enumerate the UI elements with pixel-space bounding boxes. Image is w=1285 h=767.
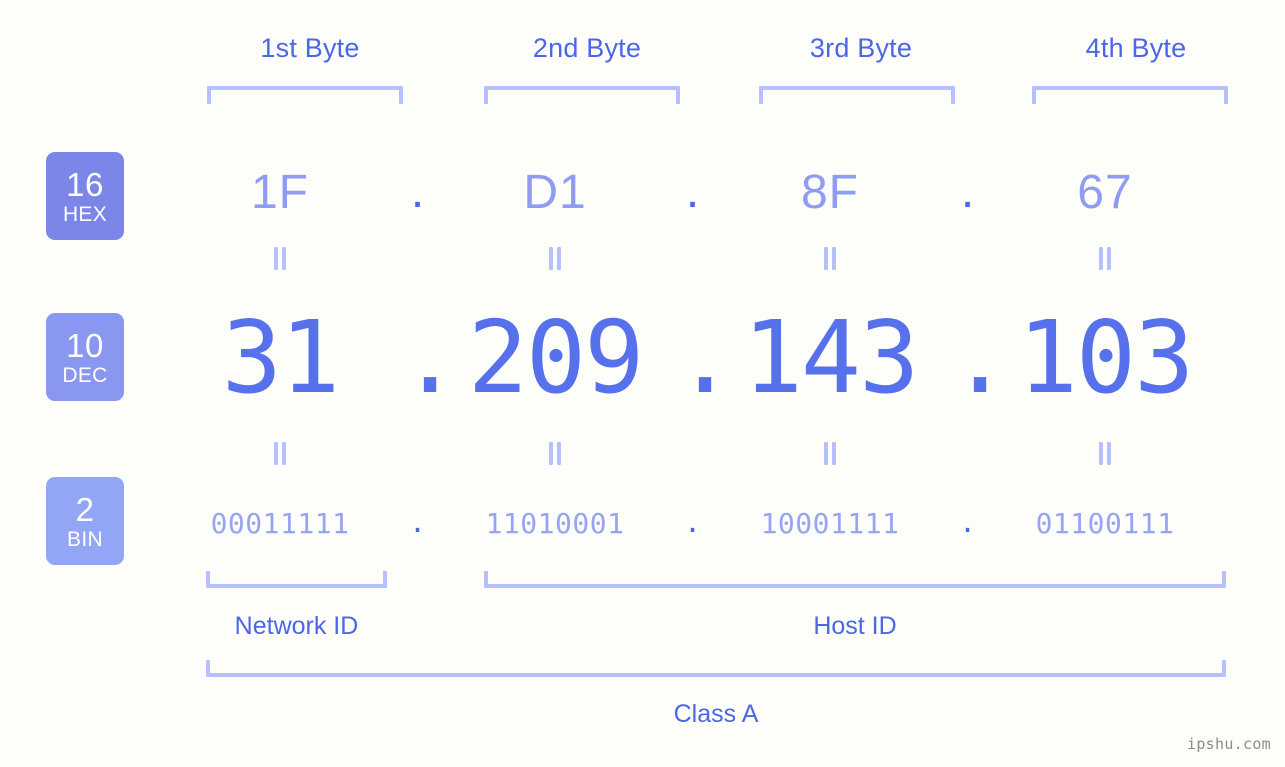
base-badge-hex-number: 16 xyxy=(66,165,104,203)
equality-mark-5 xyxy=(160,442,400,465)
base-badge-bin-name: BIN xyxy=(67,527,103,551)
dec-separator-2: . xyxy=(675,298,736,416)
byte-bracket-1 xyxy=(207,86,403,104)
site-watermark: ipshu.com xyxy=(1187,735,1271,753)
network-id-label: Network ID xyxy=(234,612,359,640)
equality-mark-7 xyxy=(710,442,950,465)
base-badge-bin: 2 BIN xyxy=(46,477,124,565)
equality-mark-2 xyxy=(435,247,675,270)
network-id-bracket xyxy=(206,571,387,588)
class-bracket xyxy=(206,660,1226,677)
equality-mark-6 xyxy=(435,442,675,465)
bin-byte-3: 10001111 xyxy=(760,506,900,540)
equality-row-dec-bin xyxy=(160,442,1285,465)
dec-separator-1: . xyxy=(400,298,461,416)
hex-byte-1: 1F xyxy=(250,165,309,219)
dec-byte-1: 31 xyxy=(221,299,340,416)
bin-byte-4: 01100111 xyxy=(1035,506,1175,540)
bin-value-row: 00011111 . 11010001 . 10001111 . 0110011… xyxy=(160,495,1285,551)
byte-bracket-2 xyxy=(484,86,680,104)
dec-byte-2: 209 xyxy=(467,299,645,416)
byte-header-3: 3rd Byte xyxy=(809,33,913,63)
host-id-label: Host ID xyxy=(813,612,897,640)
hex-byte-2: D1 xyxy=(523,165,587,219)
equals-icon xyxy=(548,247,562,270)
byte-header-4: 4th Byte xyxy=(1085,33,1187,63)
ip-breakdown-diagram: 1st Byte 2nd Byte 3rd Byte 4th Byte 16 H… xyxy=(0,0,1285,767)
equals-icon xyxy=(273,247,287,270)
hex-value-row: 1F . D1 . 8F . 67 xyxy=(160,152,1285,232)
hex-byte-3: 8F xyxy=(800,165,859,219)
hex-separator-1: . xyxy=(410,165,425,219)
bin-separator-3: . xyxy=(959,506,976,540)
bin-byte-2: 11010001 xyxy=(485,506,625,540)
equals-icon xyxy=(1098,247,1112,270)
byte-bracket-3 xyxy=(759,86,955,104)
equality-mark-4 xyxy=(985,247,1225,270)
equals-icon xyxy=(1098,442,1112,465)
byte-header-2: 2nd Byte xyxy=(532,33,642,63)
equality-row-hex-dec xyxy=(160,247,1285,270)
base-badge-hex: 16 HEX xyxy=(46,152,124,240)
host-id-bracket xyxy=(484,571,1226,588)
equals-icon xyxy=(548,442,562,465)
equality-mark-3 xyxy=(710,247,950,270)
bin-separator-2: . xyxy=(684,506,701,540)
equality-mark-8 xyxy=(985,442,1225,465)
hex-byte-4: 67 xyxy=(1077,165,1133,219)
base-badge-dec: 10 DEC xyxy=(46,313,124,401)
equality-mark-1 xyxy=(160,247,400,270)
class-label: Class A xyxy=(673,700,759,728)
dec-separator-3: . xyxy=(950,298,1011,416)
hex-separator-3: . xyxy=(960,165,975,219)
dec-byte-3: 143 xyxy=(742,299,920,416)
dec-value-row: 31 . 209 . 143 . 103 xyxy=(160,298,1285,416)
byte-header-1: 1st Byte xyxy=(260,33,360,63)
equals-icon xyxy=(823,442,837,465)
base-badge-bin-number: 2 xyxy=(75,490,95,528)
hex-separator-2: . xyxy=(685,165,700,219)
equals-icon xyxy=(823,247,837,270)
byte-bracket-4 xyxy=(1032,86,1228,104)
base-badge-dec-name: DEC xyxy=(62,363,108,387)
bin-separator-1: . xyxy=(409,506,426,540)
base-badge-dec-number: 10 xyxy=(66,326,104,364)
base-badge-hex-name: HEX xyxy=(62,202,108,226)
equals-icon xyxy=(273,442,287,465)
bin-byte-1: 00011111 xyxy=(210,506,350,540)
dec-byte-4: 103 xyxy=(1017,299,1195,416)
